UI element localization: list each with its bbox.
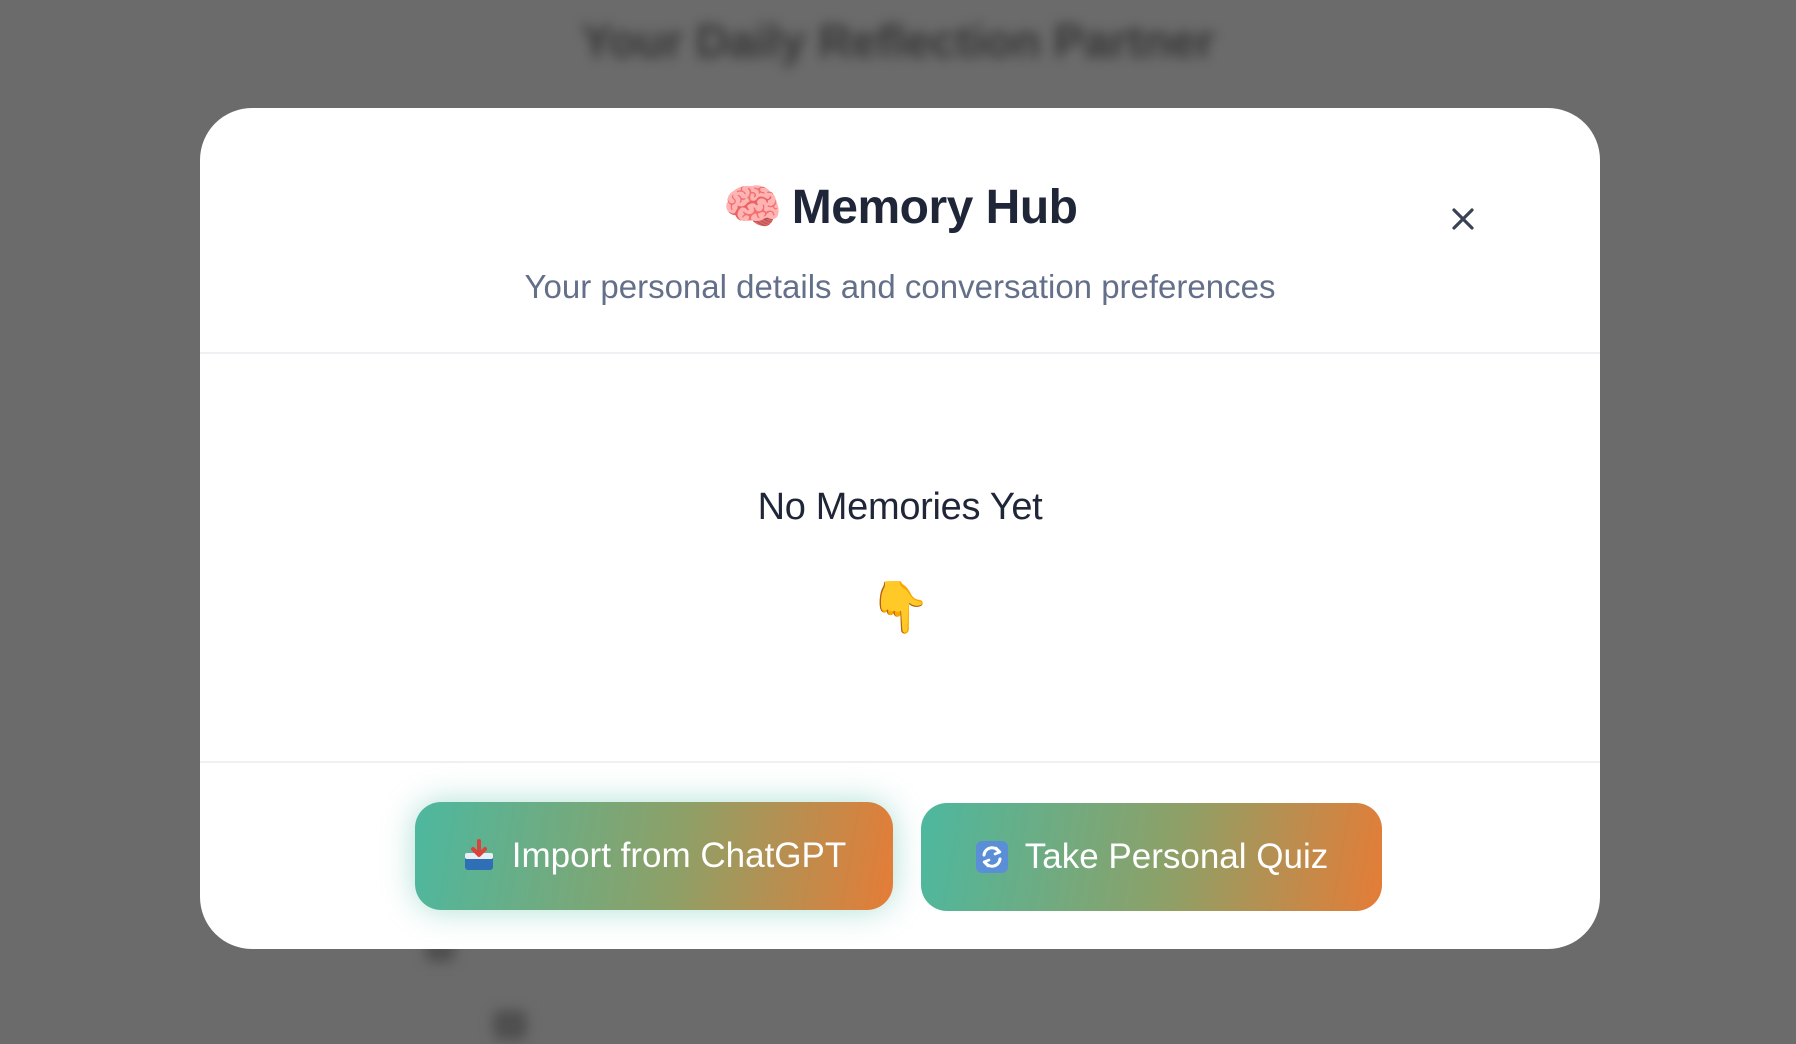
refresh-icon bbox=[975, 841, 1008, 873]
close-button[interactable] bbox=[1440, 196, 1486, 242]
take-personal-quiz-button[interactable]: Take Personal Quiz bbox=[921, 803, 1382, 911]
modal-title-row: 🧠 Memory Hub bbox=[200, 178, 1600, 235]
background-blurred-element bbox=[493, 1010, 527, 1040]
modal-title: Memory Hub bbox=[791, 181, 1078, 234]
memory-hub-modal: 🧠 Memory Hub Your personal details and co… bbox=[200, 108, 1600, 949]
import-from-chatgpt-button[interactable]: Import from ChatGPT bbox=[415, 802, 893, 910]
background-page-title: Your Daily Reflection Partner bbox=[581, 15, 1215, 67]
modal-footer bbox=[200, 763, 1600, 949]
quiz-button-label: Take Personal Quiz bbox=[1024, 837, 1329, 876]
inbox-tray-icon bbox=[464, 839, 493, 870]
import-button-label: Import from ChatGPT bbox=[511, 836, 847, 875]
brain-icon: 🧠 bbox=[722, 179, 783, 235]
modal-header: 🧠 Memory Hub Your personal details and co… bbox=[200, 108, 1600, 354]
empty-state-title: No Memories Yet bbox=[757, 486, 1043, 528]
pointing-down-icon: 👇 bbox=[868, 578, 932, 636]
memories-list-area: No Memories Yet 👇 bbox=[200, 354, 1600, 763]
modal-subtitle: Your personal details and conversation p… bbox=[524, 268, 1276, 305]
close-icon bbox=[1452, 208, 1474, 230]
